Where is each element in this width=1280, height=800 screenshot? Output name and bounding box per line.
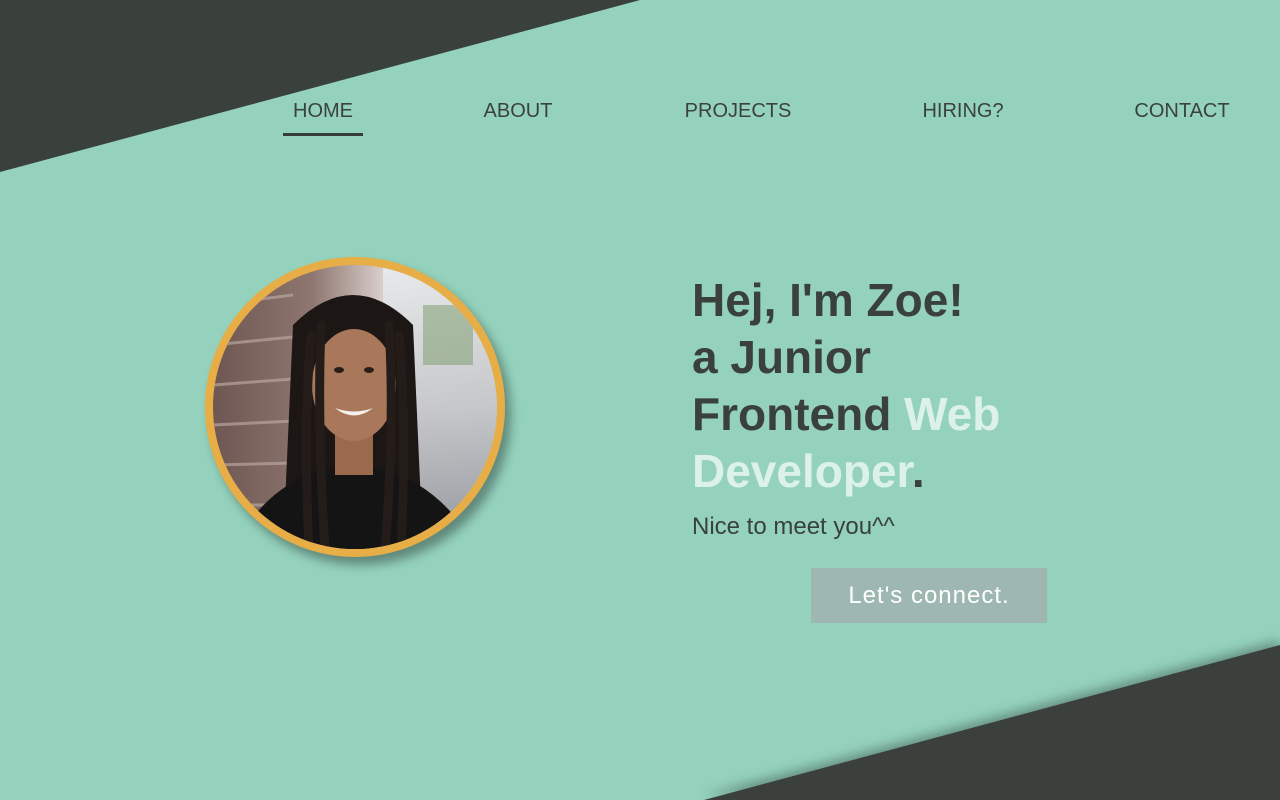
nav-hiring[interactable]: HIRING?: [912, 98, 1013, 136]
hero-section: Hej, I'm Zoe! a Junior Frontend Web Deve…: [692, 272, 1112, 542]
lets-connect-button[interactable]: Let's connect.: [811, 568, 1047, 623]
nav-projects[interactable]: PROJECTS: [675, 98, 802, 136]
profile-photo: [213, 265, 497, 549]
bottom-right-dark-triangle: [704, 645, 1280, 800]
headline-period: .: [911, 445, 925, 497]
avatar: [205, 257, 505, 557]
nav-about[interactable]: ABOUT: [474, 98, 563, 136]
hero-subline: Nice to meet you^^: [692, 513, 895, 540]
nav-contact[interactable]: CONTACT: [1124, 98, 1239, 136]
headline-line-3: Frontend: [692, 388, 905, 440]
top-left-dark-triangle: [0, 0, 640, 172]
headline-line-2: a Junior: [692, 331, 871, 383]
hero-headline: Hej, I'm Zoe! a Junior Frontend Web Deve…: [692, 272, 1112, 500]
main-nav: HOME ABOUT PROJECTS HIRING? CONTACT: [0, 98, 1280, 138]
headline-line-1: Hej, I'm Zoe!: [692, 274, 964, 326]
headline-accent-web: Web: [904, 388, 1001, 440]
headline-accent-developer: Developer: [692, 445, 912, 497]
nav-home[interactable]: HOME: [283, 98, 363, 136]
